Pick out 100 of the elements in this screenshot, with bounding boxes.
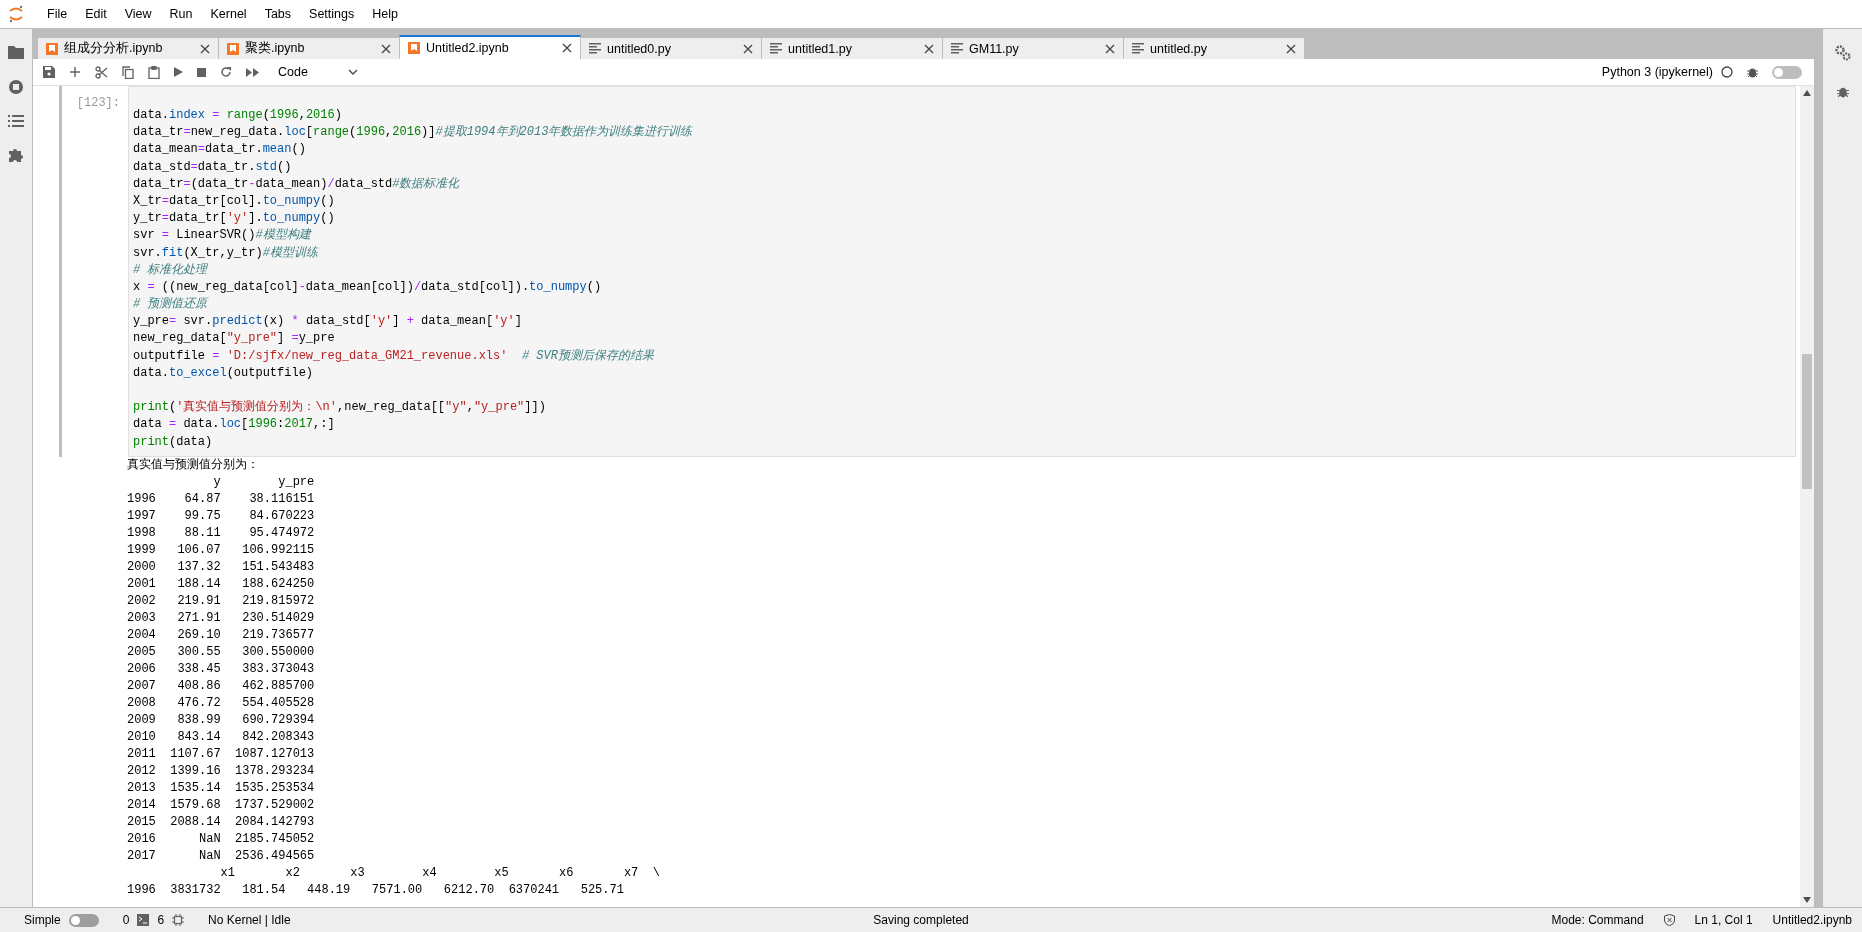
fast-forward-icon[interactable] — [246, 67, 260, 77]
kernel-count[interactable]: 6 — [157, 913, 165, 927]
cut-icon[interactable] — [95, 65, 108, 79]
app-logo-icon — [8, 5, 24, 23]
run-icon[interactable] — [174, 67, 183, 77]
paste-icon[interactable] — [148, 65, 160, 79]
terminal-icon[interactable] — [137, 914, 150, 926]
close-icon[interactable] — [924, 43, 934, 54]
output-line: y y_pre — [212, 474, 315, 489]
code-line: data.index = range(1996,2016) — [133, 108, 342, 122]
simple-mode-toggle[interactable] — [68, 913, 99, 927]
code-line: print(data) — [133, 434, 213, 449]
save-icon[interactable] — [43, 66, 55, 78]
code-line: data_tr=new_reg_data.loc[range(1996,2016)]#提取1994年到2013年数据作为训练集进行训练 — [133, 125, 693, 140]
debugger-toggle[interactable] — [1772, 65, 1802, 79]
tab[interactable]: Untitled2.ipynb — [399, 35, 581, 59]
kernel-status-icon — [1721, 66, 1733, 78]
menu-item[interactable]: Edit — [76, 7, 116, 21]
menu-item[interactable]: Settings — [300, 7, 364, 21]
tab[interactable]: 组成分分析.ipynb — [37, 37, 219, 59]
output-line: 2017 NaN 2536.494565 — [127, 848, 315, 863]
close-icon[interactable] — [1105, 43, 1115, 54]
output-line: 2004 269.10 219.736577 — [127, 627, 315, 642]
tab[interactable]: untitled.py — [1123, 37, 1305, 59]
code-line: data_std=data_tr.std() — [133, 159, 292, 174]
add-icon[interactable] — [69, 66, 81, 78]
close-icon[interactable] — [743, 43, 753, 54]
code-line: data.to_excel(outputfile) — [133, 365, 314, 380]
close-icon[interactable] — [381, 43, 391, 54]
scrollbar[interactable] — [1800, 86, 1814, 907]
cursor-position[interactable]: Ln 1, Col 1 — [1694, 913, 1753, 927]
notebook-icon — [46, 42, 58, 55]
close-icon[interactable] — [200, 43, 210, 54]
scroll-up-icon[interactable] — [1803, 90, 1811, 96]
output-line: 1998 88.11 95.474972 — [127, 525, 315, 540]
shield-icon[interactable] — [1663, 914, 1675, 926]
code-line: data_tr=(data_tr-data_mean)/data_std#数据标准化 — [133, 176, 460, 191]
output-line: 2015 2088.14 2084.142793 — [127, 814, 315, 829]
code-line: new_reg_data["y_pre"] =y_pre — [133, 331, 335, 346]
close-icon[interactable] — [1286, 43, 1296, 54]
kernel-status[interactable]: No Kernel | Idle — [208, 913, 291, 927]
output-line: 2003 271.91 230.514029 — [127, 610, 315, 625]
text-file-icon — [770, 43, 782, 54]
output-line: 2005 300.55 300.550000 — [127, 644, 315, 659]
copy-icon[interactable] — [122, 65, 134, 79]
tab[interactable]: untitled0.py — [580, 37, 762, 59]
stop-circle-icon[interactable] — [8, 79, 24, 95]
code-line: svr.fit(X_tr,y_tr)#模型训练 — [133, 245, 318, 260]
menu-item[interactable]: Kernel — [201, 7, 256, 21]
output-line: 2014 1579.68 1737.529002 — [127, 797, 315, 812]
code-line: outputfile = 'D:/sjfx/new_reg_data_GM21_revenue.xls' # SVR预测后保存的结果 — [133, 348, 654, 363]
caret-icon — [347, 69, 358, 75]
notebook-icon — [408, 42, 420, 54]
puzzle-icon[interactable] — [8, 147, 24, 163]
tab[interactable]: untitled1.py — [761, 37, 943, 59]
file-name: Untitled2.ipynb — [1772, 913, 1852, 927]
status-message: Saving completed — [872, 913, 970, 927]
code-line: # 预测值还原 — [133, 297, 208, 312]
text-file-icon — [1132, 43, 1144, 54]
code-line: x = ((new_reg_data[col]-data_mean[col])/data_std[col]).to_numpy() — [133, 279, 602, 294]
simple-mode-label: Simple — [24, 913, 61, 927]
close-icon[interactable] — [562, 43, 572, 53]
output-line: 2016 NaN 2185.745052 — [127, 831, 315, 846]
output-line: 2008 476.72 554.405528 — [127, 695, 315, 710]
kernel-name[interactable]: Python 3 (ipykernel) — [1601, 65, 1713, 79]
menu-item[interactable]: File — [38, 7, 77, 21]
scroll-thumb[interactable] — [1802, 354, 1812, 489]
output-line: 2007 408.86 462.885700 — [127, 678, 315, 693]
code-line: X_tr=data_tr[col].to_numpy() — [133, 193, 335, 208]
code-line: # 标准化处理 — [133, 262, 208, 277]
text-file-icon — [951, 43, 963, 54]
menu-item[interactable]: Tabs — [255, 7, 301, 21]
output-line: x1 x2 x3 x4 x5 x6 x7 \ — [219, 865, 660, 880]
terminal-count[interactable]: 0 — [122, 913, 130, 927]
bug-icon[interactable] — [1836, 85, 1849, 98]
output-line: 2010 843.14 842.208343 — [127, 729, 315, 744]
tab[interactable]: 聚类.ipynb — [218, 37, 400, 59]
code-line: data = data.loc[1996:2017,:] — [133, 417, 335, 432]
stop-icon[interactable] — [197, 67, 206, 77]
output-line: 1996 64.87 38.116151 — [127, 491, 315, 506]
output-line: 2012 1399.16 1378.293234 — [127, 763, 315, 778]
tab[interactable]: GM11.py — [942, 37, 1124, 59]
list-icon[interactable] — [8, 115, 24, 127]
restart-icon[interactable] — [220, 66, 232, 78]
chip-icon[interactable] — [172, 914, 185, 926]
scroll-down-icon[interactable] — [1803, 897, 1811, 903]
cell-type-dropdown[interactable]: Code — [274, 63, 362, 81]
bug-icon[interactable] — [1747, 66, 1758, 78]
code-line: y_pre= svr.predict(x) * data_std['y'] + data_mean['y'] — [133, 314, 522, 329]
menu-item[interactable]: View — [115, 7, 161, 21]
output-line: 2009 838.99 690.729394 — [127, 712, 315, 727]
menu-item[interactable]: Run — [160, 7, 202, 21]
folder-icon[interactable] — [8, 45, 24, 59]
code-line: data_mean=data_tr.mean() — [133, 142, 306, 157]
gears-icon[interactable] — [1834, 45, 1851, 61]
code-line: y_tr=data_tr['y'].to_numpy() — [133, 211, 335, 226]
output-line: 2013 1535.14 1535.253534 — [127, 780, 315, 795]
menu-item[interactable]: Help — [363, 7, 407, 21]
output-line: 2001 188.14 188.624250 — [127, 576, 315, 591]
output-line: 2006 338.45 383.373043 — [127, 661, 315, 676]
